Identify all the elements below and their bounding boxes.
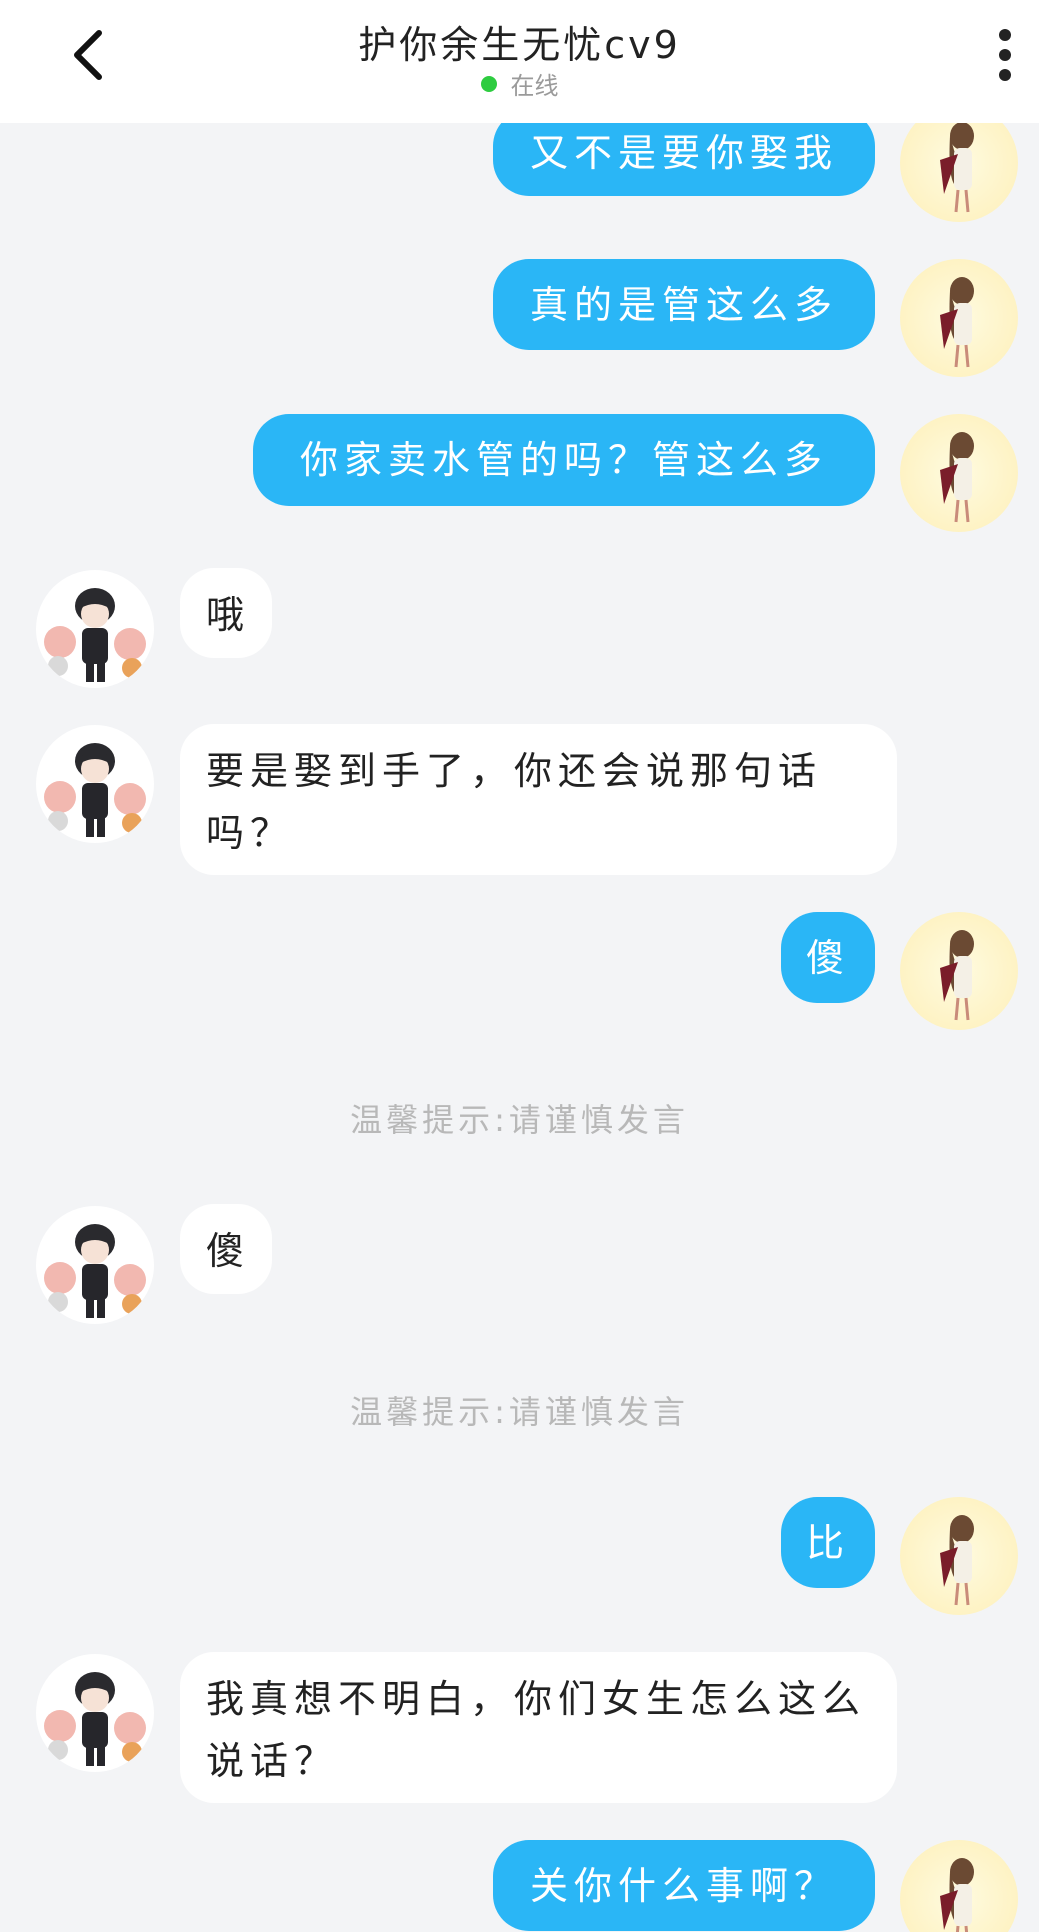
system-notice: 温馨提示:请谨慎发言 bbox=[350, 1393, 689, 1431]
boy-avatar-icon bbox=[44, 1224, 146, 1318]
message-bubble-sent[interactable]: 傻 bbox=[781, 912, 875, 1003]
message-bubble-received[interactable]: 哦 bbox=[180, 568, 272, 658]
contact-avatar[interactable] bbox=[36, 1654, 154, 1772]
message-bubble-sent[interactable]: 关你什么事啊？ bbox=[493, 1840, 875, 1931]
girl-avatar-icon bbox=[940, 930, 974, 1021]
girl-avatar-icon bbox=[940, 432, 974, 523]
girl-avatar-icon bbox=[940, 1858, 974, 1932]
message-bubble-sent[interactable]: 你家卖水管的吗？管这么多 bbox=[253, 414, 875, 506]
chat-area: 又不是要你娶我 真的是管这么多 你家卖水管的吗？管这么多 哦 要是娶到手了，你还… bbox=[0, 0, 1039, 1932]
my-avatar[interactable] bbox=[900, 414, 1018, 532]
contact-avatar[interactable] bbox=[36, 725, 154, 843]
online-dot-icon bbox=[480, 75, 497, 92]
more-vertical-icon bbox=[999, 29, 1011, 81]
contact-avatar[interactable] bbox=[36, 1206, 154, 1324]
online-status: 在线 bbox=[0, 66, 1039, 101]
my-avatar[interactable] bbox=[900, 259, 1018, 377]
boy-avatar-icon bbox=[44, 1672, 146, 1766]
system-notice: 温馨提示:请谨慎发言 bbox=[350, 1101, 689, 1139]
more-options-button[interactable] bbox=[980, 20, 1030, 90]
chat-header: 护你余生无忧cv9 在线 bbox=[0, 0, 1039, 123]
message-bubble-sent[interactable]: 比 bbox=[781, 1497, 875, 1588]
my-avatar[interactable] bbox=[900, 1497, 1018, 1615]
my-avatar[interactable] bbox=[900, 912, 1018, 1030]
contact-name: 护你余生无忧cv9 bbox=[358, 23, 681, 67]
boy-avatar-icon bbox=[44, 588, 146, 682]
my-avatar[interactable] bbox=[900, 1840, 1018, 1932]
message-bubble-received[interactable]: 傻 bbox=[180, 1204, 272, 1294]
message-bubble-received[interactable]: 要是娶到手了，你还会说那句话吗？ bbox=[180, 724, 897, 875]
message-bubble-sent[interactable]: 真的是管这么多 bbox=[493, 259, 875, 350]
girl-avatar-icon bbox=[940, 1515, 974, 1606]
message-bubble-received[interactable]: 我真想不明白，你们女生怎么这么说话？ bbox=[180, 1652, 897, 1803]
contact-avatar[interactable] bbox=[36, 570, 154, 688]
boy-avatar-icon bbox=[44, 743, 146, 837]
status-label: 在线 bbox=[510, 72, 559, 100]
girl-avatar-icon bbox=[940, 277, 974, 368]
